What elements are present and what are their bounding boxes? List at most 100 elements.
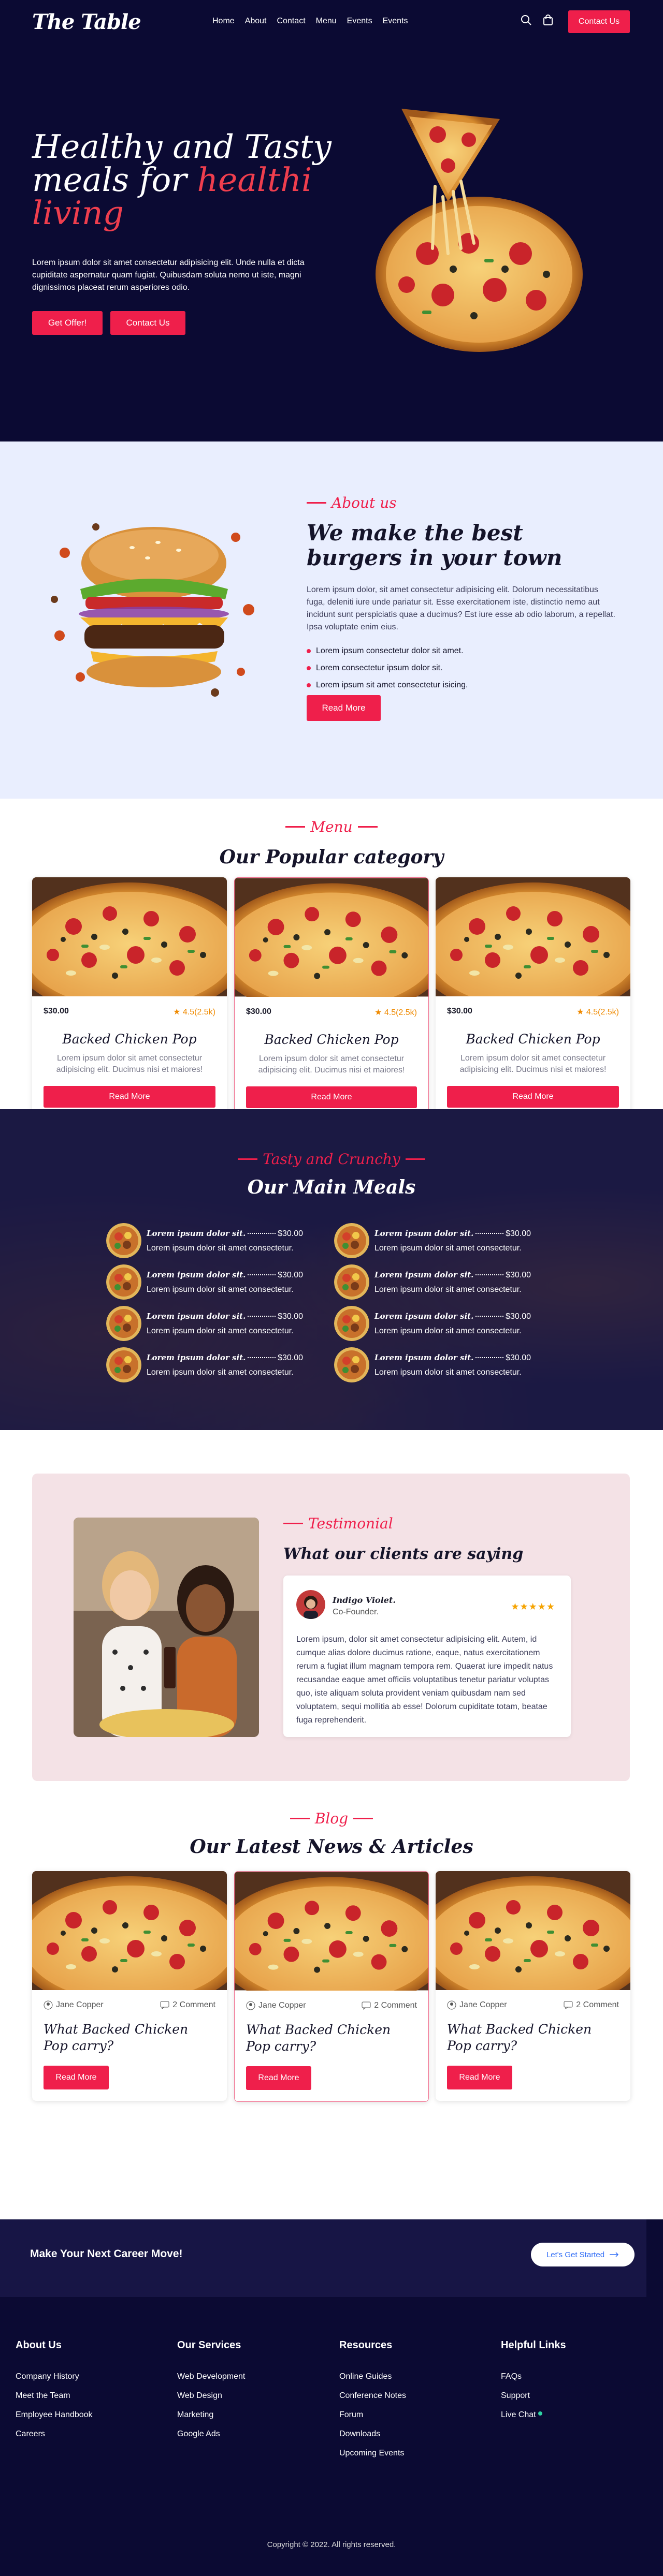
- burger-image: [51, 523, 254, 697]
- avatar: [296, 1590, 325, 1619]
- footer: Make Your Next Career Move! Let's Get St…: [0, 2219, 663, 2576]
- meal-price: $30.00: [278, 1312, 303, 1321]
- logo[interactable]: The Table: [32, 10, 141, 34]
- about-title: We make the best burgers in your town: [307, 520, 563, 570]
- nav-home[interactable]: Home: [212, 17, 235, 26]
- footer-col-resources: Resources Online Guides Conference Notes…: [339, 2339, 406, 2463]
- meal-thumbnail: [334, 1223, 369, 1258]
- cart-icon[interactable]: [542, 14, 554, 28]
- footer-link[interactable]: Online Guides: [339, 2367, 406, 2386]
- user-icon: [447, 2000, 456, 2010]
- footer-col-title: Helpful Links: [501, 2339, 566, 2351]
- read-more-button[interactable]: Read More: [44, 2066, 109, 2089]
- pizza-image: [32, 877, 227, 996]
- pizza-image: [32, 1871, 227, 1990]
- blog-tag-label: Blog: [314, 1810, 349, 1827]
- footer-link[interactable]: Web Development: [177, 2367, 245, 2386]
- menu-card: $30.00 ★ 4.5(2.5k) Backed Chicken Pop Lor…: [234, 877, 429, 1120]
- nav-contact[interactable]: Contact: [277, 17, 306, 26]
- meal-item: Lorem ipsum dolor sit. $30.00 Lorem ipsum …: [106, 1306, 303, 1341]
- footer-col-services: Our Services Web Development Web Design …: [177, 2339, 245, 2443]
- footer-link[interactable]: Company History: [16, 2367, 93, 2386]
- author-name: Jane Copper: [56, 2000, 104, 2009]
- search-icon[interactable]: [521, 14, 532, 28]
- comments: 2 Comment: [160, 2000, 215, 2010]
- hero-text: Lorem ipsum dolor sit amet consectetur a…: [32, 258, 305, 292]
- footer-link[interactable]: Google Ads: [177, 2424, 245, 2443]
- meal-price: $30.00: [506, 1312, 531, 1321]
- meal-desc: Lorem ipsum dolor sit amet consectetur.: [147, 1243, 294, 1253]
- meal-desc: Lorem ipsum dolor sit amet consectetur.: [374, 1367, 522, 1377]
- footer-link[interactable]: Support: [501, 2386, 566, 2405]
- meal-desc: Lorem ipsum dolor sit amet consectetur.: [147, 1326, 294, 1335]
- testimonial-name: Indigo Violet.: [333, 1595, 396, 1605]
- hero-contact-button[interactable]: Contact Us: [110, 311, 185, 335]
- menu-tag-label: Menu: [310, 818, 353, 835]
- meal-desc: Lorem ipsum dolor sit amet consectetur.: [374, 1285, 522, 1294]
- list-item-text: Lorem ipsum sit amet consectetur isicing…: [316, 681, 468, 689]
- footer-link-live-chat[interactable]: Live Chat: [501, 2405, 566, 2424]
- pizza-image: [436, 1871, 630, 1990]
- footer-link[interactable]: Careers: [16, 2424, 93, 2443]
- footer-link-label: Live Chat: [501, 2410, 536, 2419]
- online-dot-icon: [538, 2411, 543, 2416]
- comment-icon: [564, 2001, 573, 2009]
- footer-link[interactable]: Meet the Team: [16, 2386, 93, 2405]
- read-more-button[interactable]: Read More: [246, 2066, 311, 2090]
- footer-col-title: Resources: [339, 2339, 393, 2351]
- about-read-more-button[interactable]: Read More: [307, 695, 381, 721]
- menu-card: $30.00 ★ 4.5(2.5k) Backed Chicken Pop Lor…: [32, 877, 227, 1119]
- meal-thumbnail: [334, 1306, 369, 1341]
- comments: 2 Comment: [362, 2001, 417, 2010]
- blog-title: Our Latest News & Articles: [190, 1836, 473, 1858]
- meal-name: Lorem ipsum dolor sit.: [147, 1311, 246, 1321]
- testimonial-section: Testimonial What our clients are saying …: [0, 1430, 663, 1813]
- footer-link[interactable]: Web Design: [177, 2386, 245, 2405]
- rating: ★ 4.5(2.5k): [374, 1008, 417, 1017]
- meal-name: Lorem ipsum dolor sit.: [374, 1228, 474, 1238]
- get-started-button[interactable]: Let's Get Started: [531, 2243, 635, 2266]
- footer-link[interactable]: Conference Notes: [339, 2386, 406, 2405]
- nav-menu[interactable]: Menu: [316, 17, 337, 26]
- blog-card-title[interactable]: What Backed Chicken Pop carry?: [447, 2021, 619, 2054]
- blog-card-title[interactable]: What Backed Chicken Pop carry?: [246, 2022, 417, 2055]
- author: Jane Copper: [246, 2001, 306, 2010]
- blog-tag: Blog: [0, 1810, 663, 1827]
- footer-link[interactable]: Employee Handbook: [16, 2405, 93, 2424]
- pizza-image: [235, 1872, 428, 1991]
- meal-name: Lorem ipsum dolor sit.: [147, 1270, 246, 1279]
- meal-thumbnail: [334, 1264, 369, 1300]
- get-offer-button[interactable]: Get Offer!: [32, 311, 103, 335]
- read-more-button[interactable]: Read More: [447, 1086, 619, 1108]
- testimonial-title: What our clients are saying: [283, 1545, 524, 1563]
- footer-link[interactable]: Forum: [339, 2405, 406, 2424]
- read-more-button[interactable]: Read More: [44, 1086, 215, 1108]
- meal-item: Lorem ipsum dolor sit. $30.00 Lorem ipsum …: [334, 1264, 531, 1300]
- user-icon: [246, 2001, 255, 2010]
- pizza-image: [235, 878, 428, 997]
- footer-link[interactable]: Downloads: [339, 2424, 406, 2443]
- meal-name: Lorem ipsum dolor sit.: [374, 1352, 474, 1362]
- meal-price: $30.00: [278, 1353, 303, 1362]
- meal-desc: Lorem ipsum dolor sit amet consectetur.: [147, 1367, 294, 1377]
- nav-icons: [521, 14, 554, 28]
- meal-price: $30.00: [506, 1353, 531, 1362]
- nav-contact-button[interactable]: Contact Us: [568, 10, 630, 33]
- meal-item: Lorem ipsum dolor sit. $30.00 Lorem ipsum …: [334, 1223, 531, 1258]
- read-more-button[interactable]: Read More: [246, 1086, 417, 1108]
- footer-col-title: About Us: [16, 2339, 62, 2351]
- nav-events-2[interactable]: Events: [383, 17, 408, 26]
- card-text: Lorem ipsum dolor sit amet consectetur a…: [459, 1054, 607, 1074]
- nav-events[interactable]: Events: [347, 17, 372, 26]
- meal-name: Lorem ipsum dolor sit.: [374, 1270, 474, 1279]
- blog-card-title[interactable]: What Backed Chicken Pop carry?: [44, 2021, 215, 2054]
- meal-desc: Lorem ipsum dolor sit amet consectetur.: [374, 1326, 522, 1335]
- blog-section: Blog Our Latest News & Articles Jane Cop…: [0, 1810, 663, 2219]
- testimonial-tag: Testimonial: [283, 1515, 393, 1532]
- nav-about[interactable]: About: [245, 17, 267, 26]
- footer-link[interactable]: FAQs: [501, 2367, 566, 2386]
- read-more-button[interactable]: Read More: [447, 2066, 512, 2089]
- meal-name: Lorem ipsum dolor sit.: [374, 1311, 474, 1321]
- footer-link[interactable]: Marketing: [177, 2405, 245, 2424]
- footer-link[interactable]: Upcoming Events: [339, 2443, 406, 2463]
